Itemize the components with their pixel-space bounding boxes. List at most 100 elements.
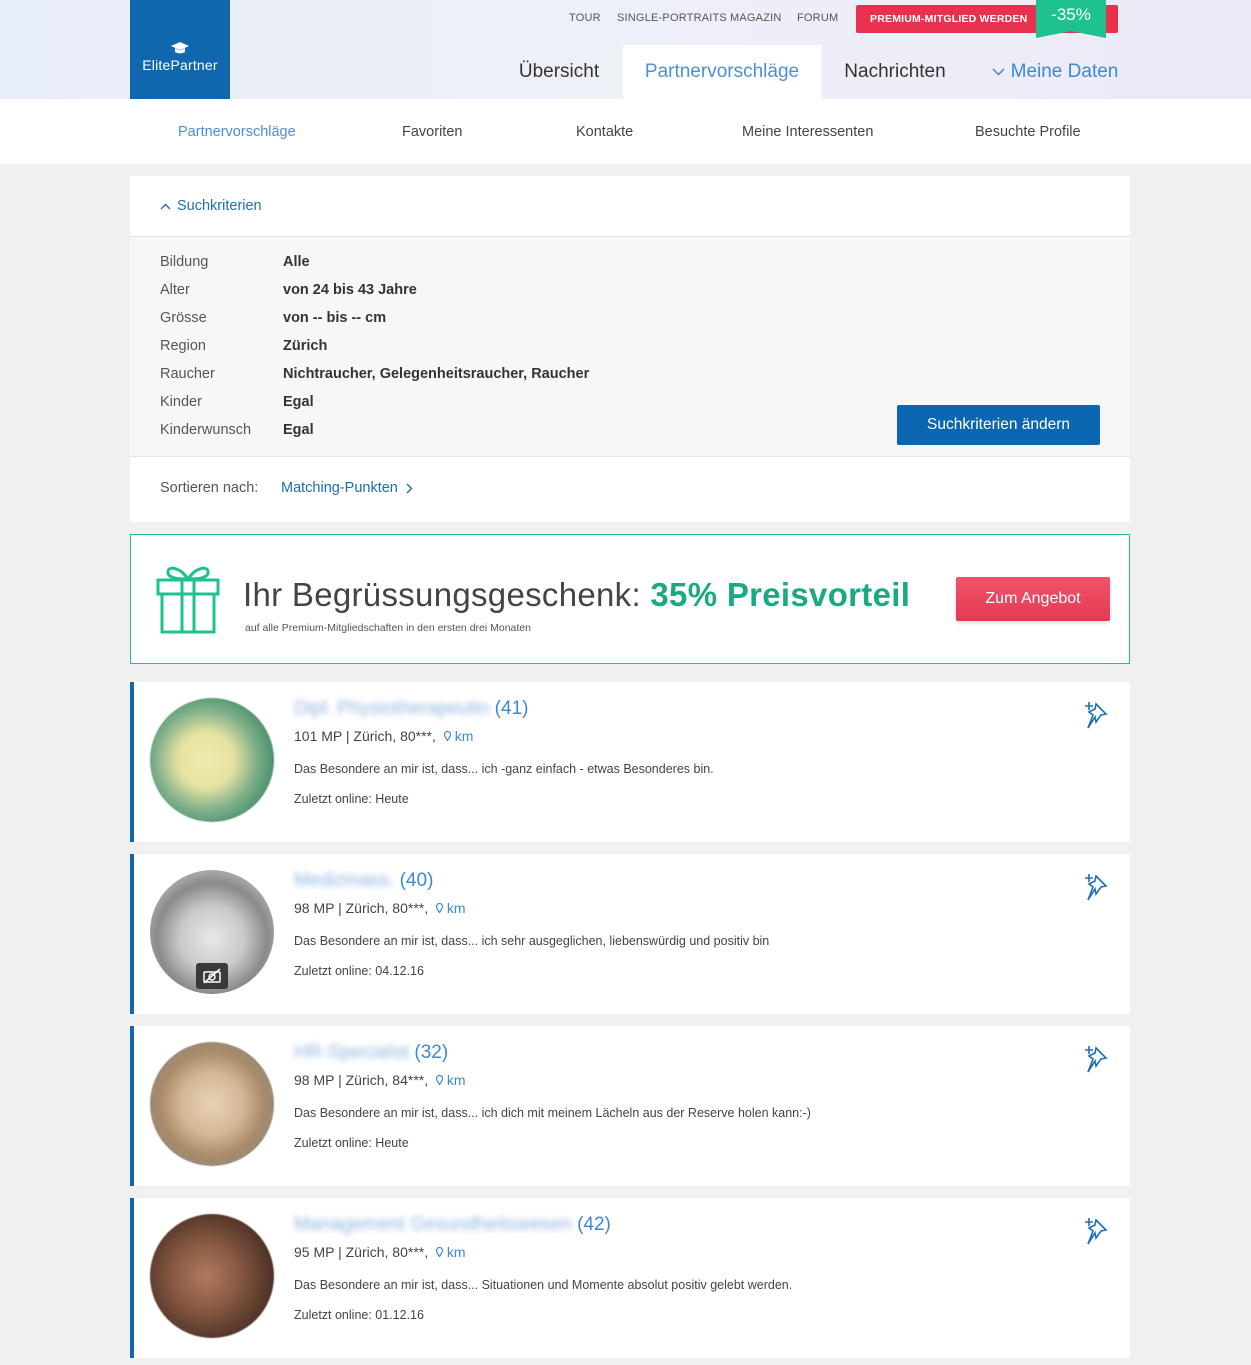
criteria-label: Region [160,338,206,354]
topnav-single-portraits[interactable]: SINGLE-PORTRAITS [617,12,727,24]
mainnav-uebersicht[interactable]: Übersicht [503,45,615,99]
subnav-partnervorschlaege[interactable]: Partnervorschläge [178,99,296,164]
promo-highlight: 35% Preisvorteil [650,576,911,613]
search-criteria-panel: Suchkriterien Bildung Alle Alter von 24 … [130,176,1130,522]
promo-title: Ihr Begrüssungsgeschenk: 35% Preisvortei… [243,576,910,614]
criteria-label: Grösse [160,310,207,326]
profile-description: Das Besondere an mir ist, dass... ich di… [294,1106,811,1120]
topnav-forum[interactable]: FORUM [797,12,838,24]
criteria-toggle-label: Suchkriterien [177,198,262,214]
avatar[interactable] [150,1214,274,1338]
chevron-right-icon [406,483,413,494]
criteria-label: Alter [160,282,190,298]
profile-distance: km [446,1244,466,1260]
profile-meta: 101 MP | Zürich, 80***, km [294,728,473,744]
criteria-row-kinder: Kinder Egal [160,388,314,416]
welcome-gift-banner: Ihr Begrüssungsgeschenk: 35% Preisvortei… [130,534,1130,664]
profile-match-location: 98 MP | Zürich, 84***, [294,1072,429,1088]
mainnav-meine-daten[interactable]: Meine Daten [990,45,1120,99]
promo-title-text: Ihr Begrüssungsgeschenk: [243,576,641,613]
discount-label: -35% [1051,5,1091,24]
pin-add-icon[interactable] [1080,1042,1110,1081]
change-criteria-label: Suchkriterien ändern [926,416,1071,433]
criteria-value: Egal [283,422,314,438]
offer-button[interactable]: Zum Angebot [956,577,1110,621]
criteria-value: von -- bis -- cm [283,310,387,326]
change-criteria-button[interactable]: Suchkriterien ändern [897,405,1100,445]
subnav-meine-interessenten[interactable]: Meine Interessenten [742,99,873,164]
pin-add-icon[interactable] [1080,698,1110,737]
avatar[interactable] [150,698,274,822]
criteria-row-alter: Alter von 24 bis 43 Jahre [160,276,417,304]
criteria-row-kinderwunsch: Kinderwunsch Egal [160,416,314,444]
mainnav-partnervorschlaege[interactable]: Partnervorschläge [623,45,821,99]
subnav-besuchte-profile[interactable]: Besuchte Profile [975,99,1081,164]
profile-title[interactable]: HR-Specialist (32) [294,1042,448,1064]
brand-name: ElitePartner [142,56,218,73]
criteria-value: Nichtraucher, Gelegenheitsraucher, Rauch… [283,366,590,382]
profile-card[interactable]: Dipl. Physiotherapeutin (41) 101 MP | Zü… [130,682,1130,842]
profile-meta: 98 MP | Zürich, 80***, km [294,900,466,916]
profile-card[interactable]: HR-Specialist (32) 98 MP | Zürich, 84***… [130,1026,1130,1186]
topnav-magazin[interactable]: MAGAZIN [730,12,782,24]
profile-distance: km [446,900,466,916]
profile-last-online: Zuletzt online: 01.12.16 [294,1308,424,1322]
profile-occupation: Medizinass. [294,870,395,891]
offer-button-label: Zum Angebot [985,590,1081,607]
sort-label: Sortieren nach: [160,480,259,496]
premium-button-label: PREMIUM-MITGLIED WERDEN [870,13,1028,25]
profile-age: (41) [494,698,529,719]
avatar[interactable] [150,1042,274,1166]
criteria-toggle[interactable]: Suchkriterien [130,176,1130,237]
profile-meta: 98 MP | Zürich, 84***, km [294,1072,466,1088]
pin-add-icon[interactable] [1080,870,1110,909]
profile-distance: km [446,1072,466,1088]
elitepartner-logo[interactable]: ElitePartner [130,0,230,99]
pin-add-icon[interactable] [1080,1214,1110,1253]
profile-occupation: Dipl. Physiotherapeutin [294,698,490,719]
sort-select[interactable]: Matching-Punkten [281,480,413,496]
profile-match-location: 101 MP | Zürich, 80***, [294,728,436,744]
mainnav-meine-daten-label: Meine Daten [1010,61,1119,82]
profile-match-location: 95 MP | Zürich, 80***, [294,1244,429,1260]
criteria-label: Kinder [160,394,202,410]
subnav-kontakte[interactable]: Kontakte [576,99,633,164]
profile-description: Das Besondere an mir ist, dass... Situat… [294,1278,793,1292]
criteria-label: Raucher [160,366,215,382]
profile-last-online: Zuletzt online: Heute [294,792,409,806]
profile-occupation: HR-Specialist [294,1042,410,1063]
criteria-row-region: Region Zürich [160,332,327,360]
criteria-row-raucher: Raucher Nichtraucher, Gelegenheitsrauche… [160,360,589,388]
profile-age: (42) [577,1214,611,1235]
profile-description: Das Besondere an mir ist, dass... ich -g… [294,762,714,776]
profile-age: (32) [414,1042,449,1063]
profile-card[interactable]: Management Gesundheitswesen (42) 95 MP |… [130,1198,1130,1358]
criteria-value: Zürich [283,338,328,354]
graduation-cap-icon [170,41,190,55]
location-icon [435,1244,444,1260]
profile-match-location: 98 MP | Zürich, 80***, [294,900,429,916]
profile-last-online: Zuletzt online: 04.12.16 [294,964,424,978]
criteria-value: Egal [283,394,314,410]
sub-navigation: Partnervorschläge Favoriten Kontakte Mei… [0,99,1251,164]
chevron-up-icon [160,203,171,210]
criteria-value: Alle [283,254,310,270]
mainnav-nachrichten-label: Nachrichten [844,61,946,82]
mainnav-partnervorschlaege-label: Partnervorschläge [644,61,800,82]
gift-icon [155,563,221,640]
profile-title[interactable]: Medizinass. (40) [294,870,433,892]
profile-title[interactable]: Dipl. Physiotherapeutin (41) [294,698,528,720]
avatar[interactable] [150,870,274,994]
profile-title[interactable]: Management Gesundheitswesen (42) [294,1214,611,1236]
location-icon [435,1072,444,1088]
location-icon [443,728,451,744]
profile-card[interactable]: Medizinass. (40) 98 MP | Zürich, 80***, … [130,854,1130,1014]
mainnav-uebersicht-label: Übersicht [518,61,600,82]
mainnav-nachrichten[interactable]: Nachrichten [830,45,960,99]
promo-subtitle: auf alle Premium-Mitgliedschaften in den… [245,622,531,634]
no-photo-icon [196,963,228,989]
criteria-label: Kinderwunsch [160,422,252,438]
subnav-favoriten[interactable]: Favoriten [402,99,462,164]
profile-description: Das Besondere an mir ist, dass... ich se… [294,934,770,948]
topnav-tour[interactable]: TOUR [569,12,601,24]
